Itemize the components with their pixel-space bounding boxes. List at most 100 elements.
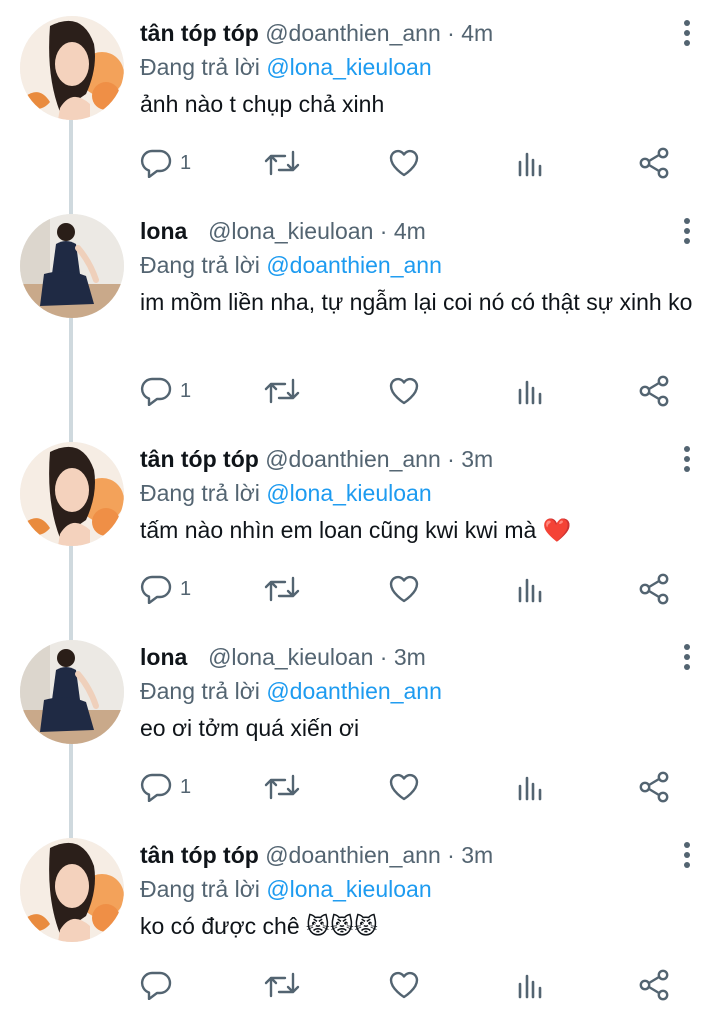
retweet-icon	[264, 576, 300, 602]
avatar[interactable]	[20, 214, 124, 318]
like-button[interactable]	[388, 770, 420, 804]
more-options-icon[interactable]	[675, 640, 699, 674]
timestamp[interactable]: 3m	[461, 842, 493, 868]
tweet-text: eo ơi tởm quá xiến ơi	[140, 715, 360, 741]
retweet-icon	[264, 378, 300, 404]
timestamp[interactable]: 4m	[461, 20, 493, 46]
analytics-button[interactable]	[516, 968, 544, 1002]
user-handle[interactable]: @doanthien_ann	[265, 446, 441, 472]
share-icon	[639, 573, 669, 605]
retweet-icon	[264, 150, 300, 176]
display-name[interactable]: tân tóp tóp	[140, 842, 259, 868]
share-button[interactable]	[638, 146, 670, 180]
more-options-icon[interactable]	[675, 214, 699, 248]
more-options-icon[interactable]	[675, 442, 699, 476]
replying-to-label: Đang trả lời	[140, 480, 260, 506]
replying-to-label: Đang trả lời	[140, 54, 260, 80]
avatar[interactable]	[20, 640, 124, 744]
reply-button[interactable]: 1	[140, 374, 191, 408]
replying-to: Đang trả lời @lona_kieuloan	[140, 50, 699, 84]
mention-link[interactable]: @doanthien_ann	[266, 678, 442, 704]
more-options-icon[interactable]	[675, 838, 699, 872]
retweet-button[interactable]	[264, 770, 300, 804]
reply-button[interactable]: 1	[140, 572, 191, 606]
retweet-button[interactable]	[264, 146, 300, 180]
share-icon	[639, 375, 669, 407]
tweet-header: lona @lona_kieuloan · 3m	[140, 640, 699, 674]
retweet-button[interactable]	[264, 572, 300, 606]
retweet-icon	[264, 972, 300, 998]
timestamp[interactable]: 3m	[461, 446, 493, 472]
user-handle[interactable]: @doanthien_ann	[265, 842, 441, 868]
analytics-icon	[518, 578, 542, 603]
mention-link[interactable]: @lona_kieuloan	[266, 480, 431, 506]
tweet-text: im mồm liền nha, tự ngẫm lại coi nó có t…	[140, 289, 693, 315]
retweet-button[interactable]	[264, 374, 300, 408]
share-button[interactable]	[638, 770, 670, 804]
reply-count: 1	[180, 379, 192, 402]
share-button[interactable]	[638, 374, 670, 408]
display-name[interactable]: lona	[140, 218, 187, 244]
reply-count: 1	[180, 775, 192, 798]
tweet-actions: 1	[140, 374, 680, 408]
user-handle[interactable]: @lona_kieuloan	[208, 218, 373, 244]
reply-icon	[140, 773, 172, 802]
share-button[interactable]	[638, 968, 670, 1002]
share-icon	[639, 969, 669, 1001]
analytics-icon	[518, 152, 542, 177]
analytics-icon	[518, 776, 542, 801]
tweet-text: ảnh nào t chụp chả xinh	[140, 91, 385, 117]
tweet-actions	[140, 968, 680, 1002]
tweet-header: tân tóp tóp @doanthien_ann · 3m	[140, 838, 699, 872]
tweet-text: tấm nào nhìn em loan cũng kwi kwi mà ❤️	[140, 517, 572, 543]
display-name[interactable]: tân tóp tóp	[140, 20, 259, 46]
display-name[interactable]: tân tóp tóp	[140, 446, 259, 472]
timestamp[interactable]: 4m	[394, 218, 426, 244]
reply-button[interactable]: 1	[140, 770, 191, 804]
mention-link[interactable]: @doanthien_ann	[266, 252, 442, 278]
reply-icon	[140, 149, 172, 178]
reply-count: 1	[180, 151, 192, 174]
avatar[interactable]	[20, 16, 124, 120]
separator-dot: ·	[447, 20, 455, 46]
user-handle[interactable]: @doanthien_ann	[265, 20, 441, 46]
replying-to: Đang trả lời @doanthien_ann	[140, 674, 699, 708]
share-icon	[639, 771, 669, 803]
heart-icon	[389, 971, 419, 999]
heart-icon	[389, 773, 419, 801]
analytics-icon	[518, 380, 542, 405]
analytics-icon	[518, 974, 542, 999]
separator-dot: ·	[447, 446, 455, 472]
replying-to-label: Đang trả lời	[140, 678, 260, 704]
retweet-button[interactable]	[264, 968, 300, 1002]
replying-to: Đang trả lời @doanthien_ann	[140, 248, 699, 282]
tweet-actions: 1	[140, 770, 680, 804]
display-name[interactable]: lona	[140, 644, 187, 670]
analytics-button[interactable]	[516, 146, 544, 180]
reply-button[interactable]: 1	[140, 146, 191, 180]
reply-icon	[140, 377, 172, 406]
share-button[interactable]	[638, 572, 670, 606]
share-icon	[639, 147, 669, 179]
avatar[interactable]	[20, 442, 124, 546]
tweet-header: tân tóp tóp @doanthien_ann · 3m	[140, 442, 699, 476]
tweet-header: lona @lona_kieuloan · 4m	[140, 214, 699, 248]
like-button[interactable]	[388, 968, 420, 1002]
reply-button[interactable]	[140, 968, 180, 1002]
tweet-actions: 1	[140, 146, 680, 180]
like-button[interactable]	[388, 146, 420, 180]
reply-count: 1	[180, 577, 192, 600]
analytics-button[interactable]	[516, 770, 544, 804]
avatar[interactable]	[20, 838, 124, 942]
separator-dot: ·	[379, 218, 388, 244]
like-button[interactable]	[388, 572, 420, 606]
mention-link[interactable]: @lona_kieuloan	[266, 876, 431, 902]
more-options-icon[interactable]	[675, 16, 699, 50]
user-handle[interactable]: @lona_kieuloan	[208, 644, 373, 670]
analytics-button[interactable]	[516, 572, 544, 606]
like-button[interactable]	[388, 374, 420, 408]
analytics-button[interactable]	[516, 374, 544, 408]
timestamp[interactable]: 3m	[394, 644, 426, 670]
separator-dot: ·	[379, 644, 388, 670]
mention-link[interactable]: @lona_kieuloan	[266, 54, 431, 80]
